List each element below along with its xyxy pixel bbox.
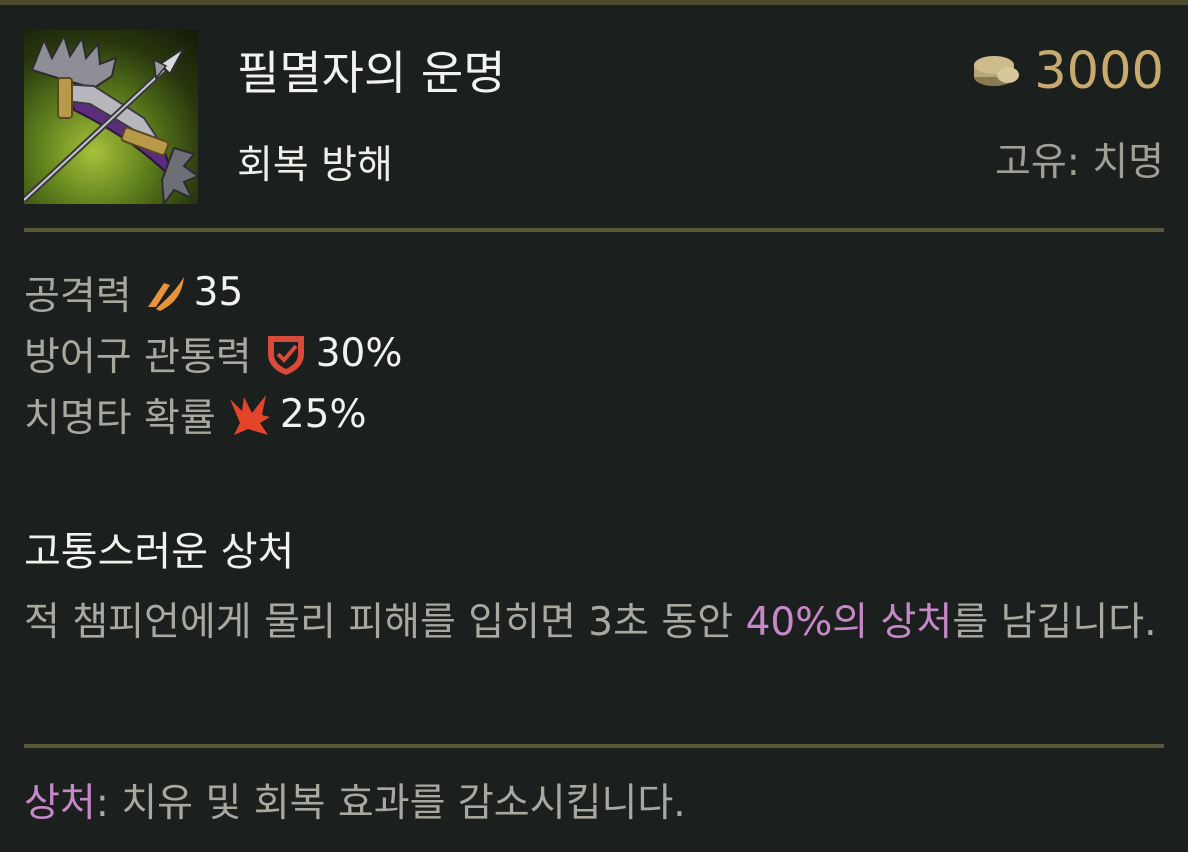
gold-coin-icon [972,51,1022,93]
header-divider [24,228,1164,232]
stat-value: 35 [193,270,244,315]
stat-attack-damage: 공격력 35 [24,262,402,323]
footnote-keyword: 상처 [24,781,96,826]
stats-list: 공격력 35 방어구 관통력 30% 치명타 확률 25% [24,262,402,445]
passive-keyword: 40%의 상처 [745,600,953,645]
stat-label: 공격력 [24,273,132,319]
unique-category-label: 고유: 치명 [994,140,1164,185]
stat-value: 25% [279,392,367,437]
stat-label: 방어구 관통력 [24,334,252,380]
price-value: 3000 [1034,42,1164,101]
item-name: 필멸자의 운명 [237,46,506,100]
attack-damage-icon [144,275,186,311]
passive-description: 적 챔피언에게 물리 피해를 입히면 3초 동안 40%의 상처를 남깁니다. [24,590,1164,656]
stat-label: 치명타 확률 [24,395,216,441]
crossbow-item-icon [24,30,198,204]
stat-value: 30% [315,331,403,376]
item-tag: 회복 방해 [237,143,393,188]
passive-title: 고통스러운 상처 [24,529,295,575]
stat-armor-penetration: 방어구 관통력 30% [24,323,402,384]
footer-divider [24,744,1164,748]
keyword-footnote: 상처: 치유 및 회복 효과를 감소시킵니다. [24,776,686,832]
passive-desc-text: 적 챔피언에게 물리 피해를 입히면 3초 동안 [24,600,746,645]
armor-penetration-icon [264,332,308,376]
passive-desc-text-end: 를 남깁니다. [952,600,1157,645]
item-price: 3000 [972,42,1164,102]
top-border [0,0,1188,5]
stat-critical-strike: 치명타 확률 25% [24,384,402,445]
footnote-text: : 치유 및 회복 효과를 감소시킵니다. [95,781,686,826]
critical-strike-icon [228,393,272,437]
